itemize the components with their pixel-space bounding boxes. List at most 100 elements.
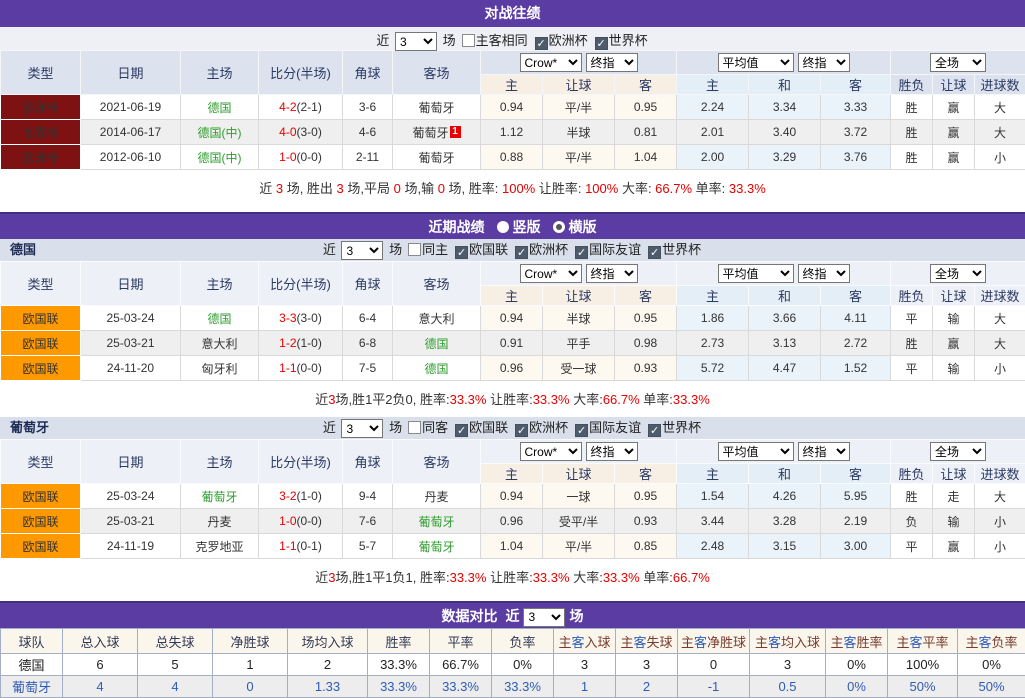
team1-bookmaker-select[interactable]: Crow* [520, 264, 582, 283]
h2h-checkbox-label-2: 世界杯 [609, 33, 648, 48]
team1-match-count-select[interactable]: 3 [341, 241, 383, 260]
team2-checkbox-2[interactable]: ✓ [515, 424, 528, 437]
team1-subcol-6: 胜负 [891, 286, 933, 306]
avg-cell: 2.73 [677, 331, 749, 356]
odds-cell: 一球 [543, 484, 615, 509]
team2-checkbox-0[interactable] [408, 421, 421, 434]
compare-value-cell: 66.7% [430, 654, 492, 676]
team1-avg-group: 平均值终指 [677, 262, 891, 286]
odds-cell: 0.85 [615, 534, 677, 559]
fulltime-score: 1-0 [279, 150, 296, 164]
team1-scope-select[interactable]: 全场 [930, 264, 986, 283]
corner-cell: 4-6 [343, 120, 393, 145]
team1-odds-group: Crow*终指 [481, 262, 677, 286]
h2h-avg-stage-select[interactable]: 终指 [798, 53, 850, 72]
compare-table: 球队总入球总失球净胜球场均入球胜率平率负率主客入球主客失球主客净胜球主客均入球主… [0, 628, 1025, 698]
home-team-name: 意大利 [201, 337, 237, 351]
home-team-name: 葡萄牙 [201, 490, 237, 504]
team1-checkbox-0[interactable] [408, 243, 421, 256]
team2-subcol-7: 让球 [933, 464, 975, 484]
layout-radio-label-1[interactable]: 横版 [569, 219, 597, 235]
compare-value-cell: 3 [616, 654, 678, 676]
team2-filter: 近 3 场同客✓欧国联✓欧洲杯✓国际友谊✓世界杯 [323, 420, 702, 435]
home-team-cell: 丹麦 [181, 509, 259, 534]
team2-match-row: 欧国联25-03-21丹麦1-0(0-0)7-6葡萄牙0.96受平/半0.933… [1, 509, 1025, 534]
team1-avg-stage-select[interactable]: 终指 [798, 264, 850, 283]
compare-col-4: 场均入球 [288, 629, 368, 654]
match-date-cell: 24-11-20 [81, 356, 181, 381]
match-type-cell: 欧国联 [1, 306, 81, 331]
compare-value-cell: 100% [888, 654, 958, 676]
summary-value: 33.3% [450, 570, 487, 585]
odds-cell: 1.04 [481, 534, 543, 559]
team1-checkbox-2[interactable]: ✓ [515, 246, 528, 259]
layout-radio-0[interactable] [497, 221, 509, 233]
team1-avg-type-select[interactable]: 平均值 [718, 264, 794, 283]
team2-avg-group: 平均值终指 [677, 440, 891, 464]
compare-count-select[interactable]: 3 [523, 608, 565, 627]
corner-cell: 2-11 [343, 145, 393, 170]
compare-near-label: 近 [505, 608, 519, 624]
team2-checkbox-label-0: 同客 [422, 420, 448, 435]
team1-scope-group: 全场 [891, 262, 1025, 286]
result-cell: 大 [975, 331, 1025, 356]
h2h-checkbox-2[interactable]: ✓ [595, 37, 608, 50]
away-team-cell: 葡萄牙 [393, 145, 481, 170]
team1-odds-stage-select[interactable]: 终指 [586, 264, 638, 283]
team2-match-count-select[interactable]: 3 [341, 419, 383, 438]
team2-subcol-5: 客 [821, 464, 891, 484]
h2h-checkbox-1[interactable]: ✓ [535, 37, 548, 50]
compare-value-cell: 1.33 [288, 676, 368, 698]
team2-scope-select[interactable]: 全场 [930, 442, 986, 461]
team2-subcol-3: 主 [677, 464, 749, 484]
team1-subcol-8: 进球数 [975, 286, 1025, 306]
odds-cell: 0.98 [615, 331, 677, 356]
result-cell: 走 [933, 484, 975, 509]
team2-checkbox-1[interactable]: ✓ [455, 424, 468, 437]
team2-bookmaker-select[interactable]: Crow* [520, 442, 582, 461]
score-cell: 1-0(0-0) [259, 509, 343, 534]
away-team-cell: 葡萄牙 [393, 534, 481, 559]
summary-value: 33.3% [603, 570, 640, 585]
h2h-odds-stage-select[interactable]: 终指 [586, 53, 638, 72]
team1-checkbox-4[interactable]: ✓ [648, 246, 661, 259]
team2-subcol-4: 和 [749, 464, 821, 484]
corner-cell: 5-7 [343, 534, 393, 559]
h2h-avg-type-select[interactable]: 平均值 [718, 53, 794, 72]
compare-value-cell: 3 [554, 654, 616, 676]
odds-cell: 0.91 [481, 331, 543, 356]
score-cell: 3-2(1-0) [259, 484, 343, 509]
result-cell: 大 [975, 95, 1025, 120]
layout-radio-label-0[interactable]: 竖版 [513, 219, 541, 235]
team1-checkbox-1[interactable]: ✓ [455, 246, 468, 259]
home-team-name: 丹麦 [207, 515, 231, 529]
compare-col-9: 主客失球 [616, 629, 678, 654]
layout-radio-1[interactable] [553, 221, 565, 233]
compare-col-10: 主客净胜球 [678, 629, 750, 654]
h2h-scope-select[interactable]: 全场 [930, 53, 986, 72]
h2h-checkbox-0[interactable] [462, 34, 475, 47]
team1-checkbox-label-2: 欧洲杯 [529, 242, 568, 257]
odds-cell: 平手 [543, 331, 615, 356]
h2h-match-count-select[interactable]: 3 [395, 32, 437, 51]
away-team-cell: 意大利 [393, 306, 481, 331]
fulltime-score: 1-1 [279, 539, 296, 553]
corner-cell: 7-6 [343, 509, 393, 534]
score-cell: 1-1(0-1) [259, 534, 343, 559]
team2-checkbox-3[interactable]: ✓ [575, 424, 588, 437]
team2-avg-type-select[interactable]: 平均值 [718, 442, 794, 461]
team2-checkbox-4[interactable]: ✓ [648, 424, 661, 437]
compare-row: 德国651233.3%66.7%0%33030%100%0% [1, 654, 1025, 676]
summary-label: 场,平局 [344, 181, 394, 196]
team1-checkbox-3[interactable]: ✓ [575, 246, 588, 259]
h2h-bookmaker-select[interactable]: Crow* [520, 53, 582, 72]
corner-cell: 3-6 [343, 95, 393, 120]
team2-avg-stage-select[interactable]: 终指 [798, 442, 850, 461]
team2-odds-stage-select[interactable]: 终指 [586, 442, 638, 461]
result-cell: 小 [975, 509, 1025, 534]
red-card-badge: 1 [450, 126, 461, 138]
avg-cell: 2.00 [677, 145, 749, 170]
compare-value-cell: 0.5 [750, 676, 826, 698]
summary-value: 0 [438, 181, 445, 196]
match-type-cell: 欧洲杯 [1, 95, 81, 120]
